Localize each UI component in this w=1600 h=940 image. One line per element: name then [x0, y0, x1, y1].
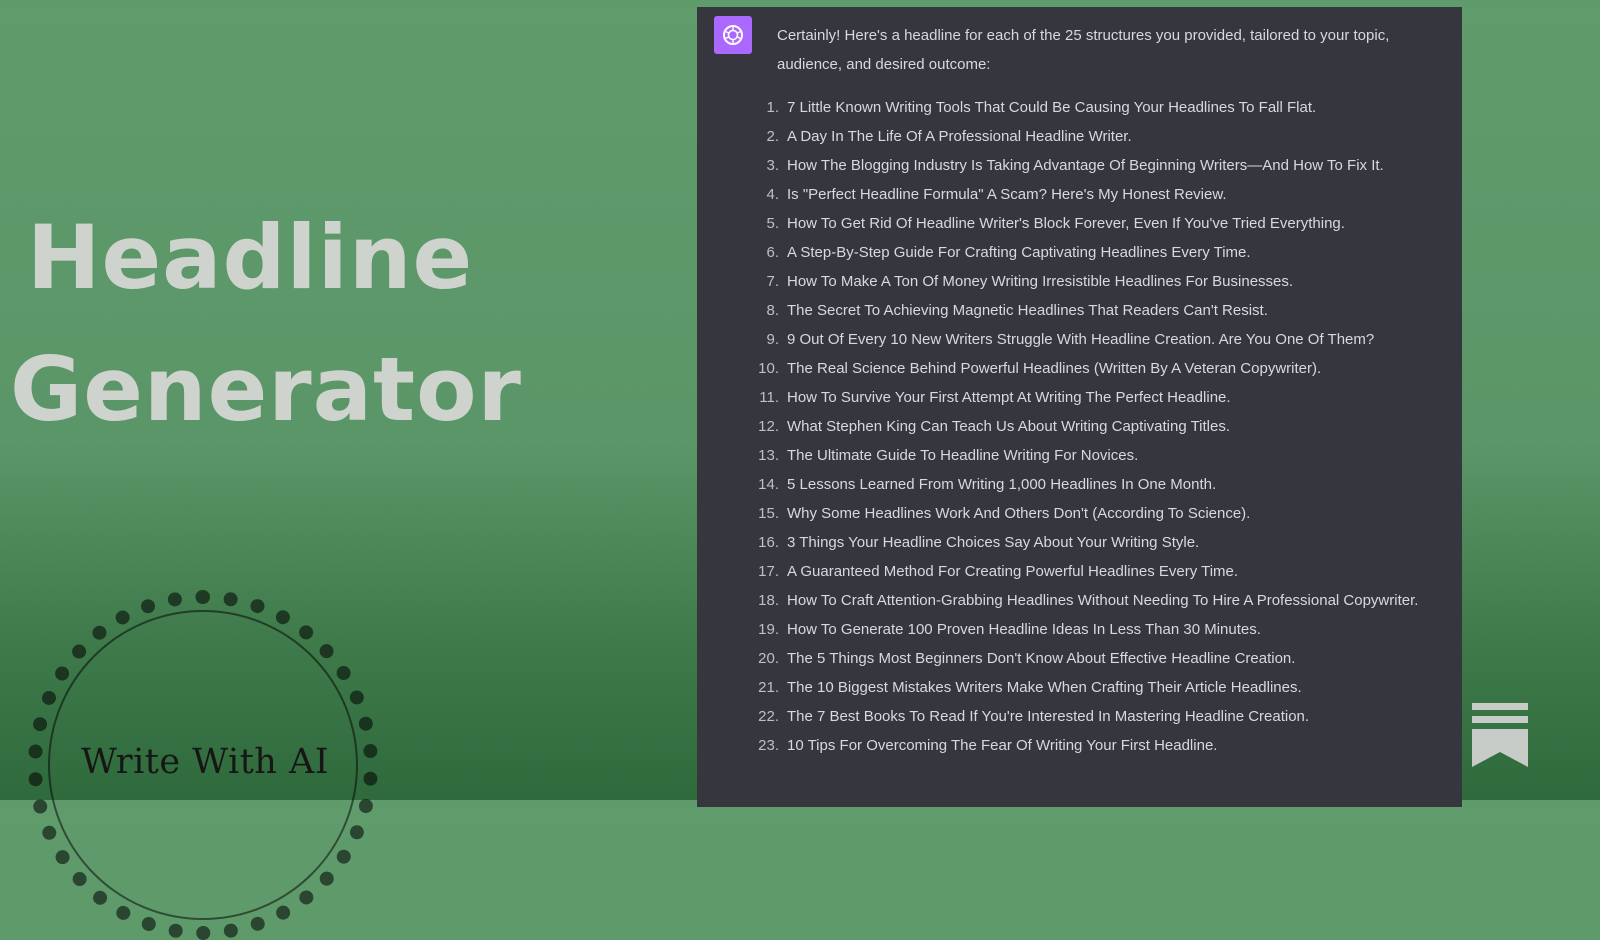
list-item-text: What Stephen King Can Teach Us About Wri…: [787, 418, 1231, 435]
list-item-number: 5.: [766, 215, 779, 232]
list-item-text: How To Craft Attention-Grabbing Headline…: [787, 592, 1419, 609]
list-item-text: 10 Tips For Overcoming The Fear Of Writi…: [787, 737, 1218, 754]
list-item-text: The Ultimate Guide To Headline Writing F…: [787, 447, 1139, 464]
list-item: 23. 10 Tips For Overcoming The Fear Of Wr…: [737, 731, 1447, 760]
list-item-text: 5 Lessons Learned From Writing 1,000 Hea…: [787, 476, 1217, 493]
list-item: 21. The 10 Biggest Mistakes Writers Make …: [737, 673, 1447, 702]
list-item-number: 10.: [758, 360, 779, 377]
list-item-text: 9 Out Of Every 10 New Writers Struggle W…: [787, 331, 1375, 348]
list-item-text: The 10 Biggest Mistakes Writers Make Whe…: [787, 679, 1302, 696]
list-item-number: 13.: [758, 447, 779, 464]
list-item-text: How The Blogging Industry Is Taking Adva…: [787, 157, 1384, 174]
list-item: 12. What Stephen King Can Teach Us About …: [737, 412, 1447, 441]
list-item-text: 3 Things Your Headline Choices Say About…: [787, 534, 1200, 551]
list-item: 5. How To Get Rid Of Headline Writer's Bl…: [737, 209, 1447, 238]
list-item: 17. A Guaranteed Method For Creating Powe…: [737, 557, 1447, 586]
list-item-text: The Secret To Achieving Magnetic Headlin…: [787, 302, 1268, 319]
list-item: 2. A Day In The Life Of A Professional He…: [737, 122, 1447, 151]
list-item: 16. 3 Things Your Headline Choices Say Ab…: [737, 528, 1447, 557]
list-item-text: A Step-By-Step Guide For Crafting Captiv…: [787, 244, 1251, 261]
list-item-text: Is "Perfect Headline Formula" A Scam? He…: [787, 186, 1227, 203]
list-item: 22. The 7 Best Books To Read If You're In…: [737, 702, 1447, 731]
list-item-text: How To Get Rid Of Headline Writer's Bloc…: [787, 215, 1345, 232]
list-item-text: The Real Science Behind Powerful Headlin…: [787, 360, 1322, 377]
list-item-number: 18.: [758, 592, 779, 609]
list-item-number: 3.: [766, 157, 779, 174]
response-intro-text: Certainly! Here's a headline for each of…: [777, 27, 1390, 73]
list-item-number: 1.: [766, 99, 779, 116]
list-item: 11. How To Survive Your First Attempt At …: [737, 383, 1447, 412]
list-item-text: How To Generate 100 Proven Headline Idea…: [787, 621, 1261, 638]
list-item-number: 6.: [766, 244, 779, 261]
headline-list: 1. 7 Little Known Writing Tools That Coul…: [737, 93, 1447, 760]
bookmark-icon[interactable]: [1472, 703, 1528, 767]
list-item: 8. The Secret To Achieving Magnetic Headl…: [737, 296, 1447, 325]
openai-logo-icon: [714, 16, 752, 54]
list-item: 10. The Real Science Behind Powerful Head…: [737, 354, 1447, 383]
list-item: 6. A Step-By-Step Guide For Crafting Capt…: [737, 238, 1447, 267]
list-item: 7. How To Make A Ton Of Money Writing Irr…: [737, 267, 1447, 296]
list-item-number: 21.: [758, 679, 779, 696]
list-item-text: A Day In The Life Of A Professional Head…: [787, 128, 1132, 145]
list-item-number: 16.: [758, 534, 779, 551]
list-item-number: 8.: [766, 302, 779, 319]
list-item-number: 14.: [758, 476, 779, 493]
list-item-number: 11.: [759, 389, 779, 406]
list-item: 13. The Ultimate Guide To Headline Writin…: [737, 441, 1447, 470]
hero-title-line-1: Headline: [26, 206, 474, 309]
hero-title: Headline Generator: [10, 192, 522, 456]
list-item-number: 23.: [758, 737, 779, 754]
list-item-text: A Guaranteed Method For Creating Powerfu…: [787, 563, 1239, 580]
list-item: 14. 5 Lessons Learned From Writing 1,000 …: [737, 470, 1447, 499]
list-item-number: 19.: [758, 621, 779, 638]
list-item-text: How To Make A Ton Of Money Writing Irres…: [787, 273, 1294, 290]
list-item-number: 15.: [758, 505, 779, 522]
list-item: 15. Why Some Headlines Work And Others Do…: [737, 499, 1447, 528]
list-item: 3. How The Blogging Industry Is Taking Ad…: [737, 151, 1447, 180]
list-item: 9. 9 Out Of Every 10 New Writers Struggle…: [737, 325, 1447, 354]
list-item-number: 20.: [758, 650, 779, 667]
list-item: 19. How To Generate 100 Proven Headline I…: [737, 615, 1447, 644]
list-item-number: 4.: [766, 186, 779, 203]
list-item-number: 7.: [766, 273, 779, 290]
list-item-text: How To Survive Your First Attempt At Wri…: [787, 389, 1231, 406]
list-item-text: The 7 Best Books To Read If You're Inter…: [787, 708, 1310, 725]
list-item-text: 7 Little Known Writing Tools That Could …: [787, 99, 1317, 116]
hero-title-line-2: Generator: [10, 338, 522, 441]
brand-name: Write With AI: [80, 742, 330, 782]
list-item: 18. How To Craft Attention-Grabbing Headl…: [737, 586, 1447, 615]
list-item: 20. The 5 Things Most Beginners Don't Kno…: [737, 644, 1447, 673]
chat-response-panel: Certainly! Here's a headline for each of…: [697, 7, 1462, 807]
list-item-number: 12.: [758, 418, 779, 435]
list-item: 4. Is "Perfect Headline Formula" A Scam? …: [737, 180, 1447, 209]
list-item-number: 17.: [758, 563, 779, 580]
list-item-number: 9.: [766, 331, 779, 348]
list-item-number: 22.: [758, 708, 779, 725]
list-item-number: 2.: [766, 128, 779, 145]
list-item-text: Why Some Headlines Work And Others Don't…: [787, 505, 1251, 522]
list-item: 1. 7 Little Known Writing Tools That Coul…: [737, 93, 1447, 122]
list-item-text: The 5 Things Most Beginners Don't Know A…: [787, 650, 1296, 667]
